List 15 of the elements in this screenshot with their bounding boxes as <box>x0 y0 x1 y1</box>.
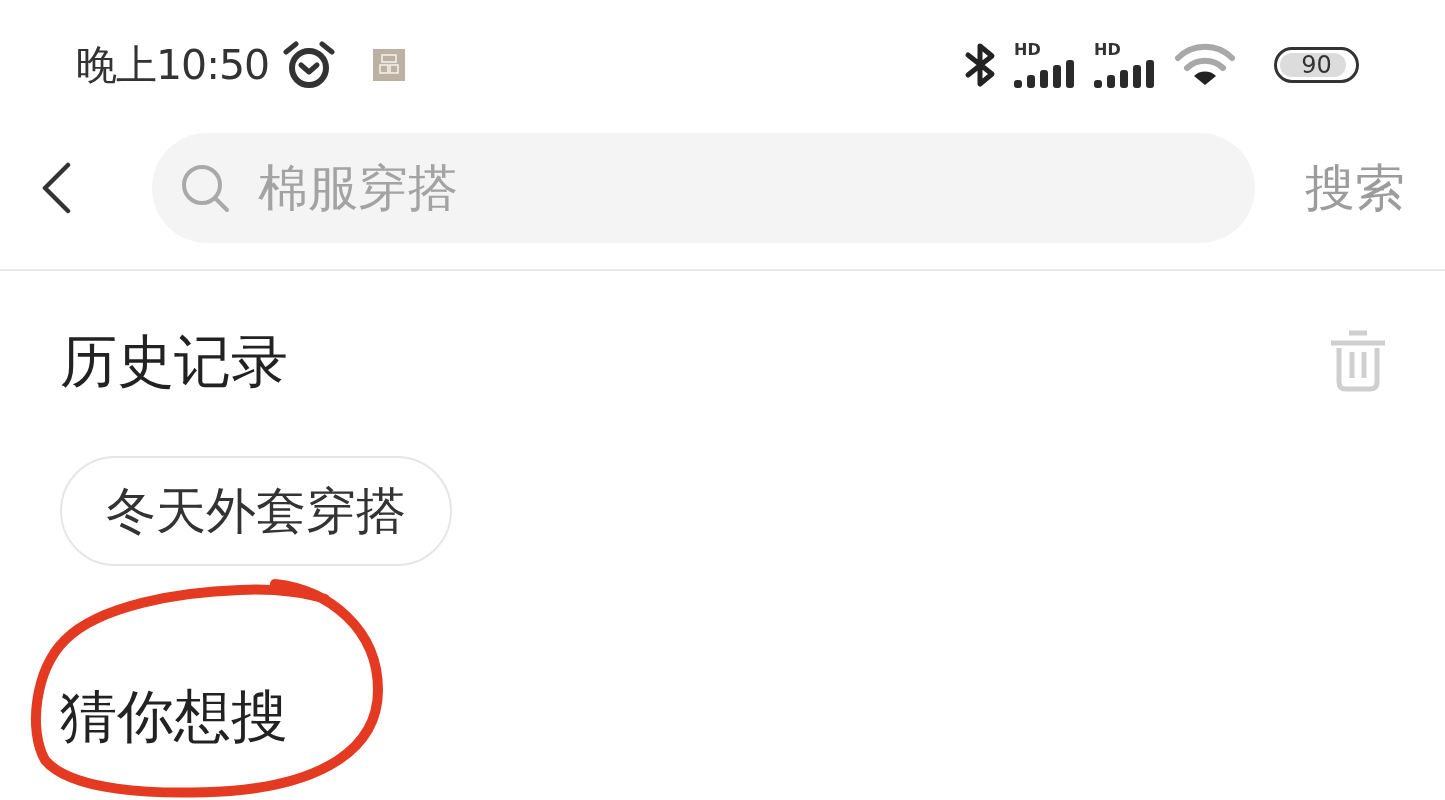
app-notification-icon <box>373 49 406 81</box>
battery-percentage: 90 <box>1301 52 1332 78</box>
search-icon <box>180 163 230 213</box>
suggestions-title: 猜你想搜 <box>60 683 288 749</box>
history-title: 历史记录 <box>60 328 288 394</box>
chevron-left-icon <box>40 162 72 214</box>
history-tag[interactable]: 冬天外套穿搭 <box>60 456 452 566</box>
search-field[interactable]: 棉服穿搭 <box>152 133 1255 243</box>
hd-label: HD <box>1014 42 1041 58</box>
wifi-icon <box>1174 43 1236 87</box>
alarm-clock-icon <box>283 40 336 90</box>
search-input[interactable]: 棉服穿搭 <box>258 156 1225 220</box>
hd-label: HD <box>1094 42 1121 58</box>
bluetooth-icon <box>964 42 998 88</box>
status-time: 晚上10:50 <box>76 39 270 91</box>
